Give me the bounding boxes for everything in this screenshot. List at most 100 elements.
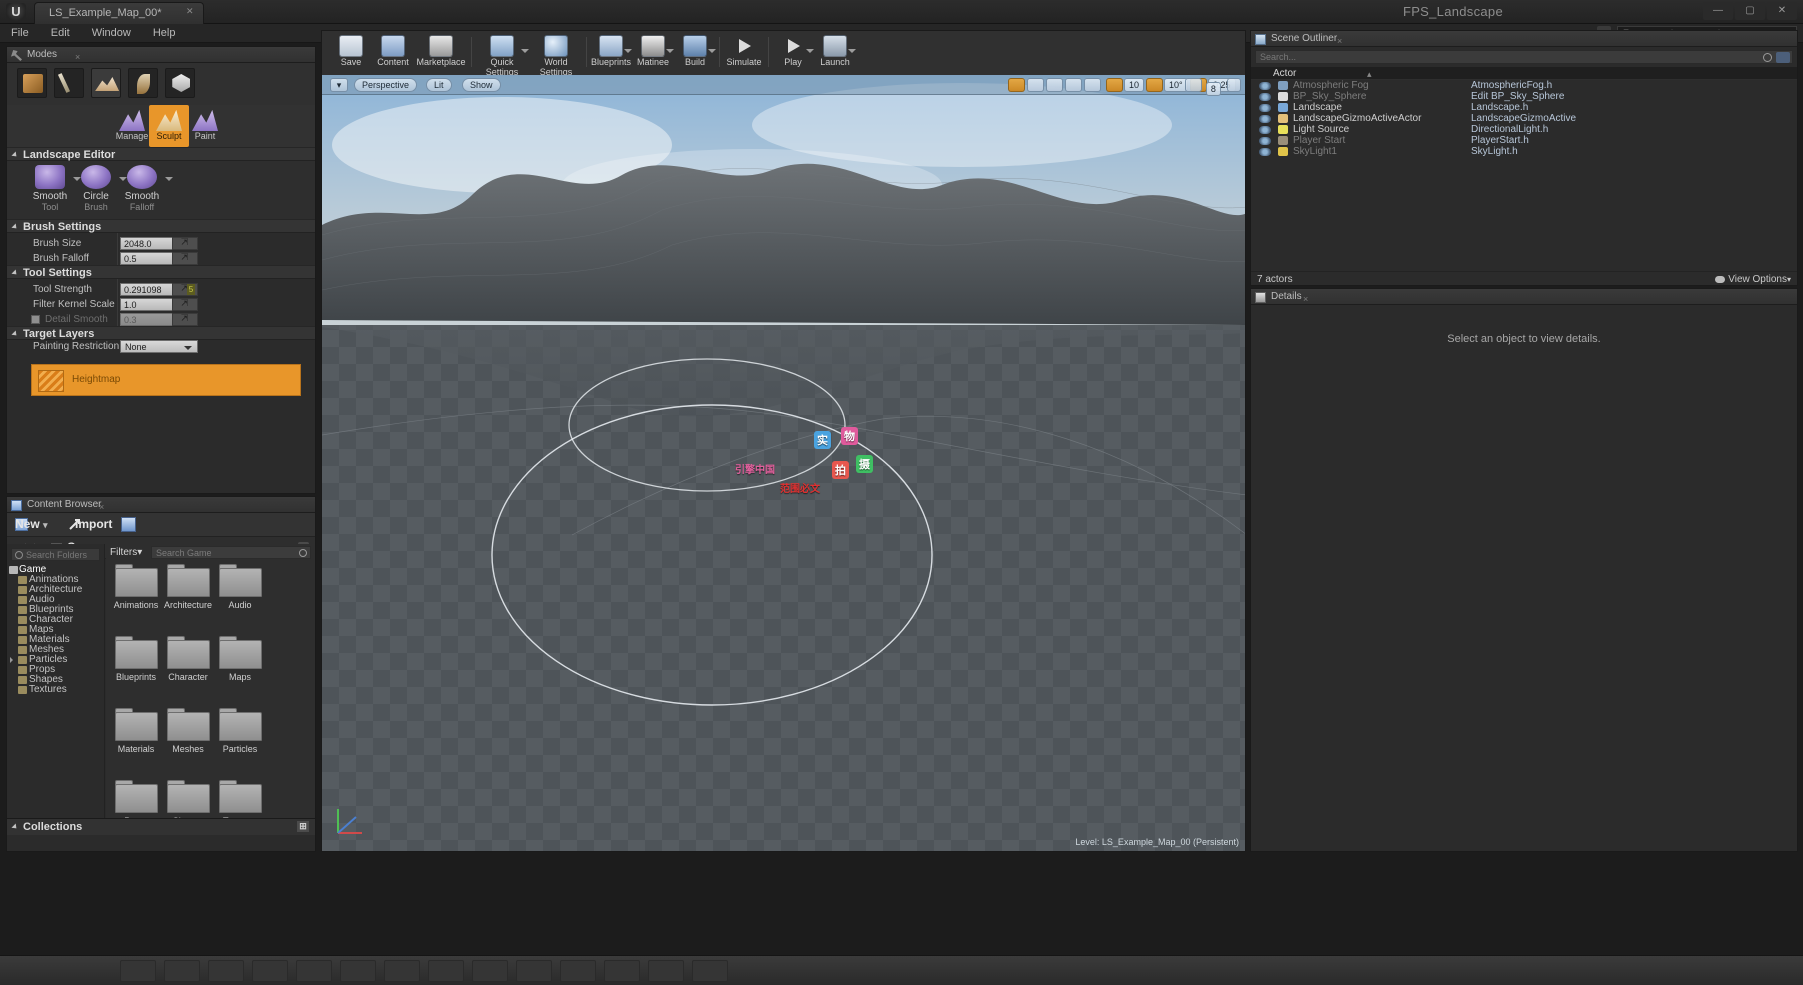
- level-viewport[interactable]: SaveContentMarketplaceQuick SettingsWorl…: [321, 30, 1246, 852]
- viewport-options-button[interactable]: ▾: [330, 78, 348, 92]
- actor-type[interactable]: PlayerStart.h: [1471, 135, 1529, 146]
- actor-type[interactable]: Landscape.h: [1471, 102, 1528, 113]
- taskbar-item[interactable]: [604, 960, 640, 982]
- folder-search-input[interactable]: Search Folders: [11, 548, 100, 561]
- visibility-eye-icon[interactable]: [1259, 93, 1271, 101]
- asset-folder-architecture[interactable]: Architecture: [162, 564, 214, 635]
- folder-tree-item-textures[interactable]: Textures: [7, 685, 104, 695]
- toolbar-button-save[interactable]: Save: [330, 35, 372, 71]
- visibility-eye-icon[interactable]: [1259, 104, 1271, 112]
- camera-speed-value[interactable]: 8: [1206, 82, 1221, 96]
- outliner-row[interactable]: Atmospheric FogAtmosphericFog.h: [1251, 80, 1797, 91]
- modes-tab[interactable]: Modes ×: [7, 47, 315, 63]
- rotation-snap-toggle-icon[interactable]: [1146, 78, 1163, 92]
- sort-ascending-icon[interactable]: ▴: [1367, 69, 1372, 80]
- expand-triangle-icon[interactable]: [10, 657, 13, 663]
- filter-kernel-scale-spinner[interactable]: [172, 298, 198, 311]
- maximize-viewport-icon[interactable]: [1227, 78, 1241, 92]
- taskbar-item[interactable]: [340, 960, 376, 982]
- painting-restriction-select[interactable]: None: [120, 340, 198, 353]
- folder-tree-item-architecture[interactable]: Architecture: [7, 585, 104, 595]
- chevron-down-icon[interactable]: [848, 49, 856, 53]
- mode-button-foliage[interactable]: [128, 68, 158, 98]
- toolbar-button-build[interactable]: Build: [674, 35, 716, 71]
- outliner-row[interactable]: LandscapeGizmoActiveActorLandscapeGizmoA…: [1251, 113, 1797, 124]
- toolbar-button-simulate[interactable]: Simulate: [723, 35, 765, 71]
- visibility-eye-icon[interactable]: [1259, 148, 1271, 156]
- select-translate-icon[interactable]: [1008, 78, 1025, 92]
- asset-folder-maps[interactable]: Maps: [214, 636, 266, 707]
- details-tab[interactable]: Details ×: [1251, 289, 1797, 305]
- actor-type[interactable]: Edit BP_Sky_Sphere: [1471, 91, 1564, 102]
- view-mode-button[interactable]: Lit: [426, 78, 452, 92]
- grid-snap-value[interactable]: 10: [1124, 78, 1144, 92]
- outliner-row[interactable]: LandscapeLandscape.h: [1251, 102, 1797, 113]
- surface-snap-icon[interactable]: [1084, 78, 1101, 92]
- taskbar-item[interactable]: [208, 960, 244, 982]
- outliner-row[interactable]: SkyLight1SkyLight.h: [1251, 146, 1797, 157]
- taskbar-item[interactable]: [428, 960, 464, 982]
- menu-item-file[interactable]: File: [0, 24, 40, 43]
- brush-size-spinner[interactable]: [172, 237, 198, 250]
- asset-folder-meshes[interactable]: Meshes: [162, 708, 214, 779]
- camera-mode-button[interactable]: Perspective: [354, 78, 417, 92]
- brush-settings-header[interactable]: Brush Settings: [7, 219, 315, 233]
- taskbar-item[interactable]: [692, 960, 728, 982]
- close-icon[interactable]: ×: [1337, 33, 1342, 49]
- actor-type[interactable]: DirectionalLight.h: [1471, 124, 1548, 135]
- brush-falloff-spinner[interactable]: [172, 252, 198, 265]
- asset-search-input[interactable]: Search Game: [151, 546, 311, 559]
- close-button[interactable]: ✕: [1767, 2, 1797, 20]
- asset-folder-audio[interactable]: Audio: [214, 564, 266, 635]
- visibility-eye-icon[interactable]: [1259, 82, 1271, 90]
- taskbar-item[interactable]: [296, 960, 332, 982]
- menu-item-edit[interactable]: Edit: [40, 24, 81, 43]
- camera-speed-icon[interactable]: [1185, 78, 1202, 92]
- collections-header[interactable]: Collections ⊞: [7, 819, 315, 835]
- submode-manage[interactable]: Manage: [112, 105, 152, 147]
- save-all-button[interactable]: [121, 517, 136, 532]
- close-icon[interactable]: ✕: [186, 7, 195, 16]
- visibility-eye-icon[interactable]: [1259, 115, 1271, 123]
- menu-item-help[interactable]: Help: [142, 24, 187, 43]
- mode-button-landscape[interactable]: [91, 68, 121, 98]
- mode-button-paint[interactable]: [54, 68, 84, 98]
- taskbar-item[interactable]: [164, 960, 200, 982]
- outliner-row[interactable]: Player StartPlayerStart.h: [1251, 135, 1797, 146]
- filters-button[interactable]: Filters▾: [110, 547, 142, 558]
- import-button[interactable]: Import: [75, 517, 112, 531]
- target-layer-heightmap[interactable]: Heightmap: [31, 364, 301, 396]
- minimize-button[interactable]: —: [1703, 2, 1733, 20]
- asset-folder-character[interactable]: Character: [162, 636, 214, 707]
- target-layers-header[interactable]: Target Layers: [7, 326, 315, 340]
- outliner-view-options-button[interactable]: View Options▾: [1715, 274, 1791, 285]
- asset-folder-blueprints[interactable]: Blueprints: [110, 636, 162, 707]
- taskbar-item[interactable]: [516, 960, 552, 982]
- chevron-down-icon[interactable]: [806, 49, 814, 53]
- taskbar-item[interactable]: [120, 960, 156, 982]
- new-button[interactable]: New ▾: [15, 517, 48, 531]
- submode-paint[interactable]: Paint: [185, 105, 225, 147]
- level-tab[interactable]: LS_Example_Map_00* ✕: [34, 2, 204, 24]
- toolbar-button-quick-settings[interactable]: Quick Settings: [475, 35, 529, 71]
- outliner-row[interactable]: BP_Sky_SphereEdit BP_Sky_Sphere: [1251, 91, 1797, 102]
- mode-button-geometry[interactable]: [165, 68, 195, 98]
- tool-settings-header[interactable]: Tool Settings: [7, 265, 315, 279]
- mode-button-place[interactable]: [17, 68, 47, 98]
- close-icon[interactable]: ×: [75, 49, 80, 65]
- outliner-search-input[interactable]: Search...: [1255, 50, 1793, 64]
- taskbar-item[interactable]: [648, 960, 684, 982]
- maximize-button[interactable]: ▢: [1735, 2, 1765, 20]
- toolbar-button-play[interactable]: Play: [772, 35, 814, 71]
- folder-tree-item-character[interactable]: Character: [7, 615, 104, 625]
- taskbar-item[interactable]: [384, 960, 420, 982]
- asset-folder-animations[interactable]: Animations: [110, 564, 162, 635]
- menu-item-window[interactable]: Window: [81, 24, 142, 43]
- asset-folder-particles[interactable]: Particles: [214, 708, 266, 779]
- tool-selector-falloff[interactable]: Smooth Falloff: [113, 165, 171, 212]
- toolbar-button-matinee[interactable]: Matinee: [632, 35, 674, 71]
- add-collection-button[interactable]: ⊞: [297, 821, 309, 832]
- detail-smooth-checkbox[interactable]: [31, 315, 40, 324]
- taskbar-item[interactable]: [560, 960, 596, 982]
- content-browser-tab[interactable]: Content Browser ×: [7, 497, 315, 513]
